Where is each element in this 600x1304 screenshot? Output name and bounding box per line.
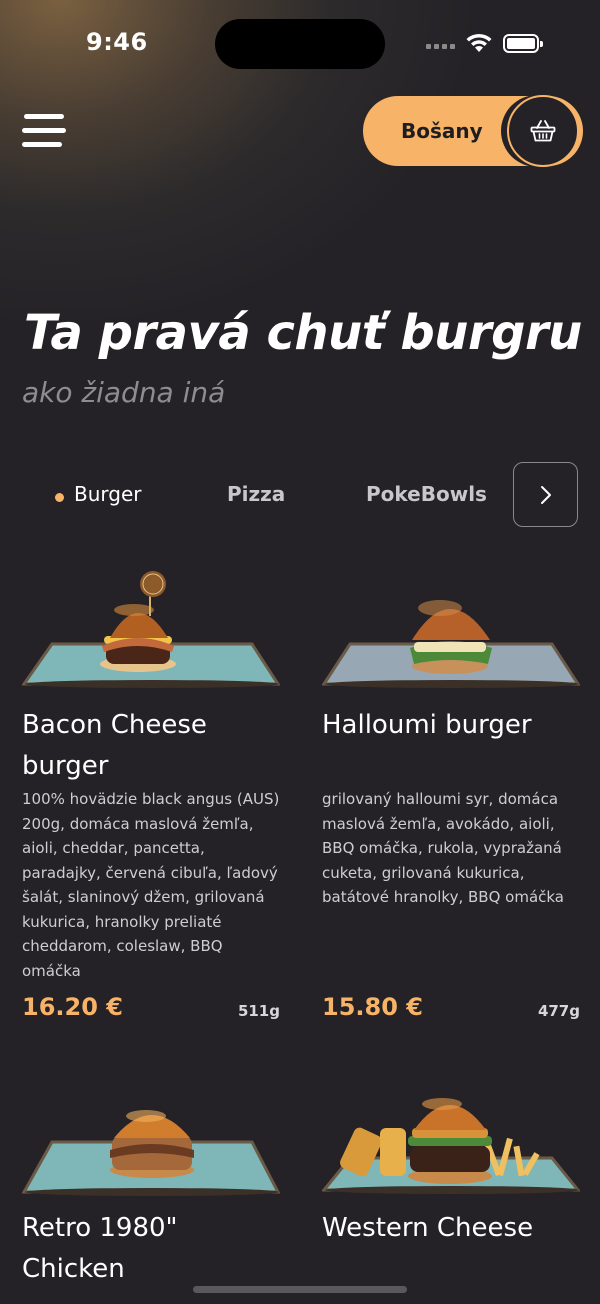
hamburger-icon[interactable] [22, 114, 66, 148]
product-weight: 477g [537, 1002, 580, 1020]
tabs-next-button[interactable] [513, 462, 578, 527]
tab-burger[interactable]: Burger [74, 482, 142, 506]
product-price: 16.20 € [22, 993, 123, 1021]
product-image [22, 1110, 280, 1196]
basket-icon [530, 120, 556, 142]
cart-button[interactable] [507, 95, 579, 167]
location-selector-button[interactable]: Bošany [363, 95, 583, 167]
product-name: Halloumi burger [322, 710, 532, 740]
product-description: grilovaný halloumi syr, domáca maslová ž… [322, 790, 564, 906]
status-bar: 9:46 [0, 0, 600, 88]
product-weight: 511g [237, 1002, 280, 1020]
tab-pokebowls[interactable]: PokeBowls [366, 482, 487, 506]
product-card[interactable]: Bacon Cheese burger 100% hovädzie black … [22, 560, 280, 1030]
product-description: 100% hovädzie black angus (AUS) 200g, do… [22, 790, 280, 980]
page-title: Ta pravá chuť burgru [24, 305, 582, 361]
product-card[interactable]: Halloumi burger grilovaný halloumi syr, … [322, 560, 580, 1030]
battery-icon [503, 34, 543, 53]
product-name: Retro 1980" Chicken [22, 1213, 178, 1284]
category-tabs: Burger Pizza PokeBowls [0, 462, 600, 528]
cellular-signal-icon [426, 44, 455, 49]
active-tab-indicator [55, 493, 64, 502]
product-image [322, 1098, 580, 1194]
product-image [322, 600, 580, 688]
product-card[interactable]: Western Cheese [322, 1058, 580, 1258]
dynamic-island [215, 19, 385, 69]
chevron-right-icon [540, 485, 551, 504]
product-price: 15.80 € [322, 993, 423, 1021]
product-name: Bacon Cheese burger [22, 710, 207, 781]
location-label: Bošany [401, 119, 483, 143]
wifi-icon [466, 33, 492, 52]
home-indicator[interactable] [193, 1286, 407, 1293]
product-card[interactable]: Retro 1980" Chicken [22, 1058, 280, 1284]
product-name: Western Cheese [322, 1213, 534, 1243]
tab-pizza[interactable]: Pizza [227, 482, 285, 506]
page-subtitle: ako žiadna iná [22, 376, 226, 409]
status-time: 9:46 [86, 28, 148, 56]
product-image [22, 571, 280, 688]
